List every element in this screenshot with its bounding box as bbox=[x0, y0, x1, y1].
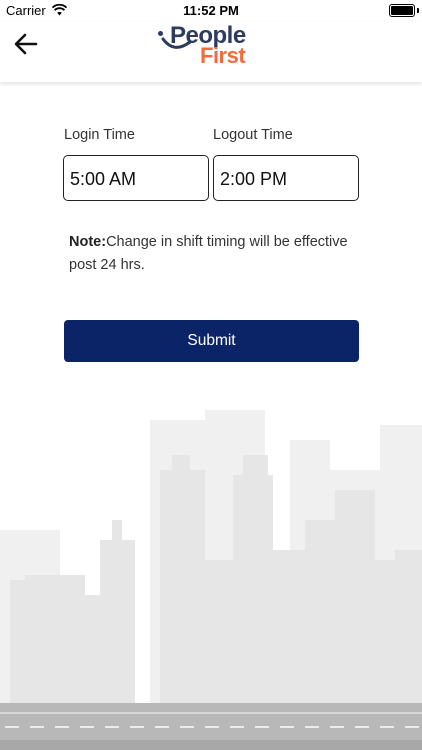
submit-button[interactable]: Submit bbox=[64, 320, 359, 362]
shift-timing-note: Note:Change in shift timing will be effe… bbox=[69, 231, 369, 277]
battery-tip bbox=[417, 8, 419, 13]
login-time-label: Login Time bbox=[64, 127, 135, 143]
status-time: 11:52 PM bbox=[183, 3, 239, 18]
note-text: Change in shift timing will be effective… bbox=[69, 234, 348, 273]
city-skyline-illustration bbox=[0, 410, 422, 750]
note-prefix: Note: bbox=[69, 234, 107, 250]
logout-time-field[interactable]: 2:00 PM bbox=[213, 155, 359, 201]
people-first-logo: People First bbox=[156, 22, 268, 68]
status-bar: Carrier 11:52 PM bbox=[0, 0, 422, 22]
app-header: People First bbox=[0, 22, 422, 82]
battery-icon bbox=[389, 4, 415, 17]
login-time-field[interactable]: 5:00 AM bbox=[63, 155, 209, 201]
logout-time-label: Logout Time bbox=[213, 127, 293, 143]
logo-word-first: First bbox=[200, 43, 246, 68]
arrow-left-icon[interactable] bbox=[12, 30, 40, 58]
